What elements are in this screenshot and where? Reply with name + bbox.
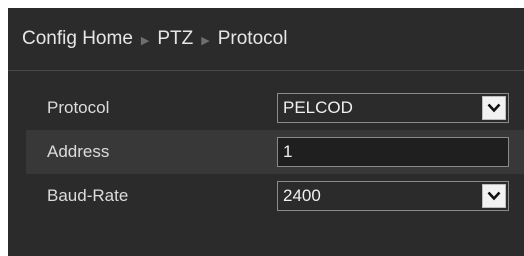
triangle-right-icon: ▶ (140, 34, 150, 47)
address-row: Address (26, 130, 524, 174)
protocol-select[interactable]: PELCOD (277, 93, 509, 123)
baud-rate-select[interactable]: 2400 (277, 181, 509, 211)
address-label: Address (47, 142, 110, 161)
chevron-down-icon[interactable] (482, 184, 506, 208)
breadcrumb-config-home[interactable]: Config Home (22, 28, 133, 50)
protocol-select-value: PELCOD (283, 98, 353, 117)
baud-rate-label: Baud-Rate (47, 186, 129, 205)
config-panel: Config Home ▶ PTZ ▶ Protocol Protocol PE… (8, 8, 524, 256)
baud-rate-select-value: 2400 (283, 186, 321, 205)
breadcrumb: Config Home ▶ PTZ ▶ Protocol (8, 8, 524, 70)
header-divider (8, 70, 524, 71)
breadcrumb-ptz[interactable]: PTZ (157, 28, 193, 50)
triangle-right-icon: ▶ (201, 34, 210, 47)
chevron-down-icon[interactable] (482, 96, 506, 120)
breadcrumb-protocol: Protocol (217, 28, 288, 49)
address-input[interactable] (277, 137, 509, 167)
protocol-label: Protocol (47, 98, 110, 117)
protocol-row: Protocol PELCOD (26, 86, 524, 130)
baud-rate-row: Baud-Rate 2400 (26, 174, 524, 218)
